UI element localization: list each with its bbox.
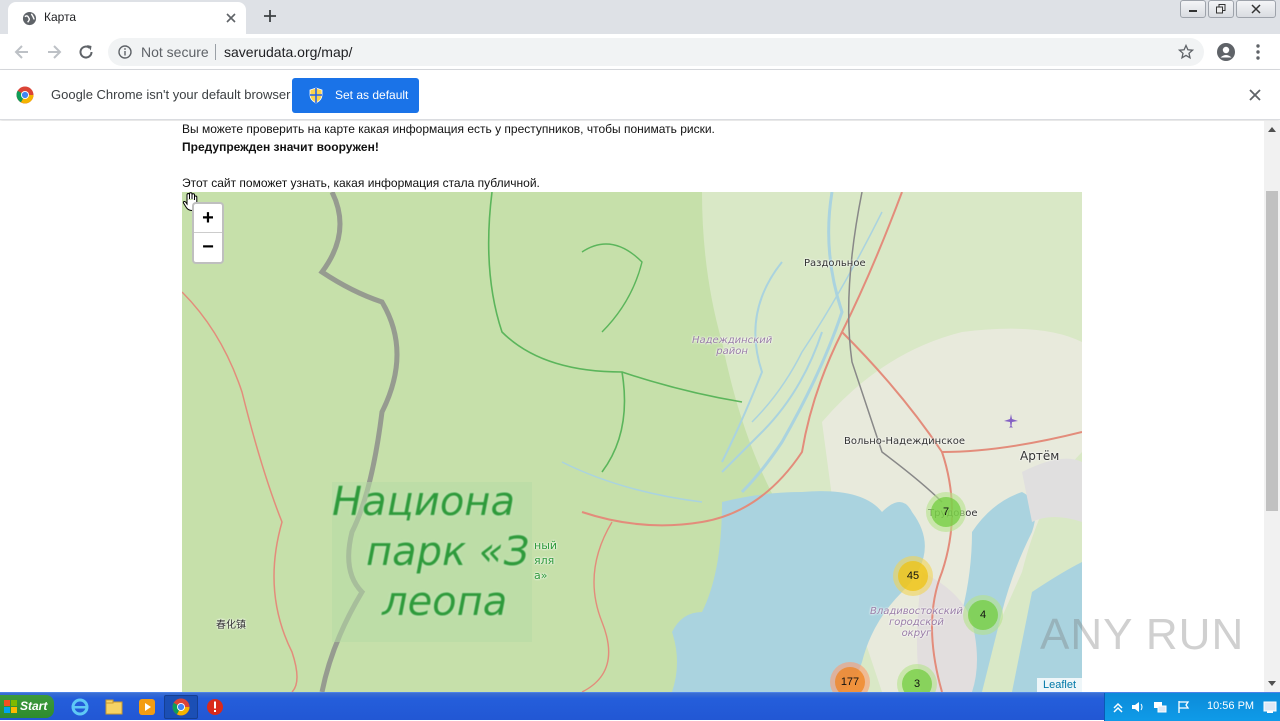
park-small-line-3: а» [534, 569, 548, 582]
default-browser-infobar: Google Chrome isn't your default browser… [0, 70, 1280, 120]
park-small-line-1: ный [534, 539, 558, 552]
window-controls [1178, 0, 1280, 20]
reload-icon[interactable] [76, 42, 96, 62]
stop-sign-icon[interactable] [205, 697, 225, 717]
security-label[interactable]: Not secure [141, 44, 209, 60]
place-chunhua: 春化镇 [216, 620, 246, 631]
marker-cluster[interactable]: 45 [893, 556, 933, 596]
description-text: Этот сайт поможет узнать, какая информац… [182, 176, 540, 190]
park-small-line-2: яля [534, 554, 555, 567]
taskbar-chrome-button[interactable] [164, 695, 198, 719]
close-window-icon [1251, 4, 1261, 14]
marker-cluster-count: 177 [835, 667, 865, 692]
scroll-up-icon [1268, 127, 1276, 132]
chrome-logo-icon [16, 86, 34, 104]
minimize-button[interactable] [1180, 0, 1206, 18]
park-label-line-1: Национа [332, 479, 515, 525]
forward-arrow-icon[interactable] [44, 42, 64, 62]
start-label: Start [20, 699, 48, 713]
set-as-default-label: Set as default [335, 88, 409, 102]
park-label: Национа парк «З леопа [332, 477, 529, 627]
watermark: ANY RUN [1040, 610, 1245, 659]
info-icon[interactable] [118, 45, 132, 59]
clock: 10:56 PM [1207, 700, 1255, 712]
show-hidden-icons-icon[interactable] [1111, 700, 1125, 714]
restore-button[interactable] [1208, 0, 1234, 18]
minimize-icon [1189, 10, 1197, 12]
infobar-message: Google Chrome isn't your default browser [51, 87, 291, 102]
system-tray: 10:56 PM [1104, 693, 1280, 721]
address-bar[interactable]: Not secure saverudata.org/map/ [108, 38, 1204, 66]
chrome-taskbar-icon [172, 698, 190, 716]
close-infobar-icon[interactable] [1249, 89, 1261, 101]
park-label-line-3: леопа [382, 579, 508, 625]
tab-map[interactable]: Карта [8, 2, 246, 34]
marker-cluster[interactable]: 4 [963, 595, 1003, 635]
globe-icon [22, 11, 37, 26]
place-razdolnoe: Раздольное [804, 258, 866, 269]
back-arrow-icon[interactable] [12, 42, 32, 62]
tab-strip: Карта [0, 0, 1280, 34]
airport-icon [1004, 414, 1018, 428]
bookmark-star-icon[interactable] [1178, 44, 1194, 60]
park-small-label: ный яля а» [534, 538, 557, 583]
marker-cluster-count: 45 [898, 561, 928, 591]
show-desktop-icon[interactable] [1263, 700, 1277, 714]
action-center-flag-icon[interactable] [1177, 700, 1191, 714]
close-tab-icon[interactable] [224, 11, 238, 25]
windows-flag-icon [4, 700, 17, 713]
browser-toolbar: Not secure saverudata.org/map/ [0, 34, 1280, 70]
marker-cluster-count: 3 [902, 669, 932, 692]
set-as-default-button[interactable]: Set as default [292, 78, 419, 113]
scroll-down-button[interactable] [1264, 676, 1280, 692]
marker-cluster-count: 4 [968, 600, 998, 630]
place-nadezhdinsky: Надеждинский район [692, 335, 773, 357]
profile-icon[interactable] [1216, 42, 1236, 62]
scrollbar-thumb[interactable] [1266, 191, 1278, 511]
leaflet-attribution-link[interactable]: Leaflet [1036, 678, 1082, 692]
url-text[interactable]: saverudata.org/map/ [224, 44, 352, 60]
start-button[interactable]: Start [0, 695, 54, 718]
place-vladivostok-district: Владивостокский городской округ [870, 606, 963, 639]
place-artem: Артём [1020, 449, 1060, 463]
scroll-down-icon [1268, 681, 1276, 686]
network-icon[interactable] [1153, 700, 1167, 714]
restore-icon [1216, 4, 1226, 14]
internet-explorer-icon[interactable] [70, 697, 90, 717]
media-player-icon[interactable] [137, 697, 157, 717]
shield-icon [309, 87, 323, 104]
zoom-out-button[interactable]: − [194, 233, 222, 262]
page-content: Вы можете проверить на карте какая инфор… [0, 121, 1264, 692]
marker-cluster-count: 7 [931, 497, 961, 527]
zoom-control: + − [192, 202, 224, 264]
page-scrollbar[interactable] [1264, 121, 1280, 692]
zoom-in-button[interactable]: + [194, 204, 222, 233]
place-volno-nadezhdinskoe: Вольно-Надеждинское [844, 436, 966, 447]
omnibox-separator [215, 44, 216, 60]
map[interactable]: Национа парк «З леопа ный яля а» Раздоль… [182, 192, 1082, 692]
new-tab-icon[interactable] [262, 8, 278, 24]
intro-text: Вы можете проверить на карте какая инфор… [182, 122, 715, 136]
windows-taskbar: Start 10:56 PM [0, 692, 1280, 721]
tab-title: Карта [44, 10, 77, 24]
file-explorer-icon[interactable] [104, 697, 124, 717]
close-window-button[interactable] [1236, 0, 1276, 18]
scroll-up-button[interactable] [1264, 121, 1280, 137]
volume-icon[interactable] [1131, 700, 1145, 714]
menu-dots-icon[interactable] [1252, 42, 1264, 62]
warning-text: Предупрежден значит вооружен! [182, 140, 379, 154]
park-label-line-2: парк «З [366, 529, 530, 575]
marker-cluster[interactable]: 7 [926, 492, 966, 532]
